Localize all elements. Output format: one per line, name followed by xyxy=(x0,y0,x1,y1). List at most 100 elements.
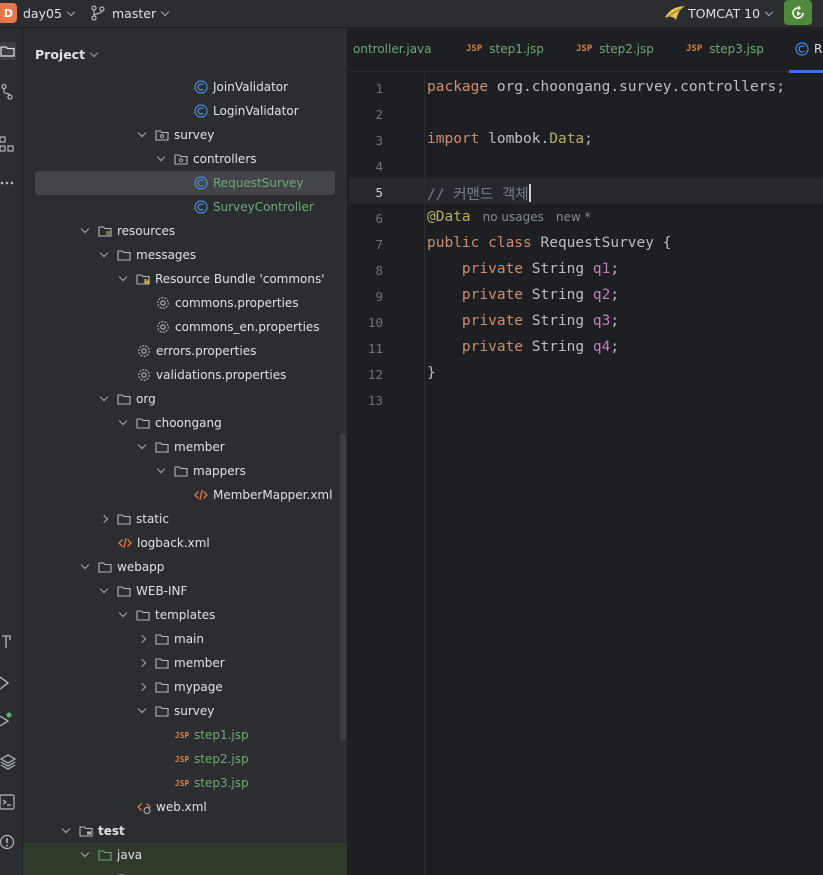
tree-item-joinvalidator[interactable]: JoinValidator xyxy=(23,75,347,99)
tree-item-webapp[interactable]: webapp xyxy=(23,555,347,579)
code-line-6[interactable]: @Data no usages new * xyxy=(427,209,591,225)
folder-icon xyxy=(155,656,169,670)
code-line-9[interactable]: private String q2; xyxy=(427,287,619,303)
resource-bundle-icon xyxy=(136,272,150,286)
more-tools-icon[interactable] xyxy=(0,174,16,192)
tab-step2-jsp[interactable]: JSP step2.jsp xyxy=(576,42,654,56)
tree-item-static[interactable]: static xyxy=(23,507,347,531)
services-icon[interactable] xyxy=(0,674,16,692)
tree-item-requestsurvey[interactable]: RequestSurvey xyxy=(35,171,335,195)
chevron-down-icon[interactable] xyxy=(137,440,147,452)
tree-item-surveycontroller[interactable]: SurveyController xyxy=(23,195,347,219)
tab-step3-jsp[interactable]: JSP step3.jsp xyxy=(686,42,764,56)
chevron-down-icon[interactable] xyxy=(156,152,166,164)
tree-item-membermapper-xml[interactable]: MemberMapper.xml xyxy=(23,483,347,507)
tree-item-logback-xml[interactable]: logback.xml xyxy=(23,531,347,555)
tree-item-errors-properties[interactable]: errors.properties xyxy=(23,339,347,363)
structure-icon[interactable] xyxy=(0,135,16,153)
tree-item-loginvalidator[interactable]: LoginValidator xyxy=(23,99,347,123)
tree-item-mappers[interactable]: mappers xyxy=(23,459,347,483)
tree-item-java[interactable]: java xyxy=(23,843,347,867)
code-line-7[interactable]: public class RequestSurvey { xyxy=(427,235,671,251)
project-panel-header[interactable]: Project xyxy=(35,47,99,62)
tree-item-web-xml[interactable]: web.xml xyxy=(23,795,347,819)
folder-icon xyxy=(174,464,188,478)
problems-icon[interactable] xyxy=(0,833,16,851)
chevron-down-icon[interactable] xyxy=(80,560,90,572)
text-caret xyxy=(528,184,531,202)
chevron-right-icon[interactable] xyxy=(137,682,147,692)
code-line-3[interactable]: import lombok.Data; xyxy=(427,131,593,147)
chevron-right-icon[interactable] xyxy=(137,634,147,644)
package-folder-icon xyxy=(155,128,169,142)
chevron-down-icon[interactable] xyxy=(80,848,90,860)
tree-item-validations-properties[interactable]: validations.properties xyxy=(23,363,347,387)
code-line-10[interactable]: private String q3; xyxy=(427,313,619,329)
tree-item-test[interactable]: test xyxy=(23,819,347,843)
tree-item-step3-jsp[interactable]: JSP step3.jsp xyxy=(23,771,347,795)
chevron-down-icon[interactable] xyxy=(137,128,147,140)
project-badge[interactable]: D xyxy=(0,3,17,23)
chevron-down-icon[interactable] xyxy=(80,224,90,236)
tree-item-resources[interactable]: resources xyxy=(23,219,347,243)
chevron-down-icon[interactable] xyxy=(137,704,147,716)
tree-item-step1-jsp[interactable]: JSP step1.jsp xyxy=(23,723,347,747)
jsp-file-icon: JSP xyxy=(174,730,190,740)
rerun-button[interactable] xyxy=(784,0,812,25)
resources-folder-icon xyxy=(98,224,112,238)
chevron-right-icon[interactable] xyxy=(99,514,109,524)
code-line-11[interactable]: private String q4; xyxy=(427,339,619,355)
tree-item-choongang[interactable]: choongang xyxy=(23,411,347,435)
tree-item-commons-en-properties[interactable]: commons_en.properties xyxy=(23,315,347,339)
project-scrollbar[interactable] xyxy=(340,433,346,741)
branch-selector[interactable]: master xyxy=(112,6,170,21)
tree-item-controllers-package[interactable]: controllers xyxy=(23,147,347,171)
terminal-icon[interactable] xyxy=(0,793,16,811)
chevron-down-icon[interactable] xyxy=(99,584,109,596)
line-number: 8 xyxy=(375,263,383,278)
tree-item-web-inf[interactable]: WEB-INF xyxy=(23,579,347,603)
usages-hint[interactable]: no usages xyxy=(483,210,544,224)
code-line-8[interactable]: private String q1; xyxy=(427,261,619,277)
project-selector[interactable]: day05 xyxy=(23,6,76,21)
code-line-12[interactable]: } xyxy=(427,365,436,381)
tree-item-messages[interactable]: messages xyxy=(23,243,347,267)
chevron-down-icon[interactable] xyxy=(118,416,128,428)
chevron-down-icon[interactable] xyxy=(61,824,71,836)
tab-requestsurvey-java[interactable]: R xyxy=(795,42,822,56)
tree-item-org[interactable]: org xyxy=(23,387,347,411)
layers-icon[interactable] xyxy=(0,753,16,771)
tree-item-member-templates[interactable]: member xyxy=(23,651,347,675)
project-folder-icon[interactable] xyxy=(0,42,16,60)
folder-icon xyxy=(117,392,131,406)
tree-item-commons-properties[interactable]: commons.properties xyxy=(23,291,347,315)
tree-item-survey-package[interactable]: survey xyxy=(23,123,347,147)
line-number: 13 xyxy=(367,393,383,408)
code-line-5[interactable]: // 커맨드 객체 xyxy=(427,183,531,204)
jsp-file-icon: JSP xyxy=(174,778,190,788)
tab-step1-jsp[interactable]: JSP step1.jsp xyxy=(466,42,544,56)
tree-item-main[interactable]: main xyxy=(23,627,347,651)
tab-controller-java[interactable]: ontroller.java xyxy=(353,42,432,56)
line-number-gutter: 1 2 3 4 5 6 7 8 9 10 11 12 13 xyxy=(349,73,425,875)
run-config-selector[interactable]: TOMCAT 10 xyxy=(688,6,774,21)
chevron-right-icon[interactable] xyxy=(137,658,147,668)
tree-item-step2-jsp[interactable]: JSP step2.jsp xyxy=(23,747,347,771)
chevron-down-icon[interactable] xyxy=(99,248,109,260)
tree-item-member-folder[interactable]: member xyxy=(23,435,347,459)
maven-icon[interactable] xyxy=(0,632,16,650)
chevron-down-icon[interactable] xyxy=(99,392,109,404)
chevron-down-icon[interactable] xyxy=(118,608,128,620)
chevron-down-icon[interactable] xyxy=(156,464,166,476)
tree-item-survey-templates[interactable]: survey xyxy=(23,699,347,723)
run-icon[interactable] xyxy=(0,712,16,730)
chevron-down-icon[interactable] xyxy=(118,272,128,284)
chevron-down-icon xyxy=(160,7,170,17)
code-line-1[interactable]: package org.choongang.survey.controllers… xyxy=(427,79,785,95)
xml-file-icon xyxy=(194,488,208,502)
tree-item-resource-bundle[interactable]: Resource Bundle 'commons' xyxy=(23,267,347,291)
tree-item-mypage[interactable]: mypage xyxy=(23,675,347,699)
tree-item-templates[interactable]: templates xyxy=(23,603,347,627)
author-hint[interactable]: new * xyxy=(556,210,591,224)
commit-icon[interactable] xyxy=(0,83,16,101)
